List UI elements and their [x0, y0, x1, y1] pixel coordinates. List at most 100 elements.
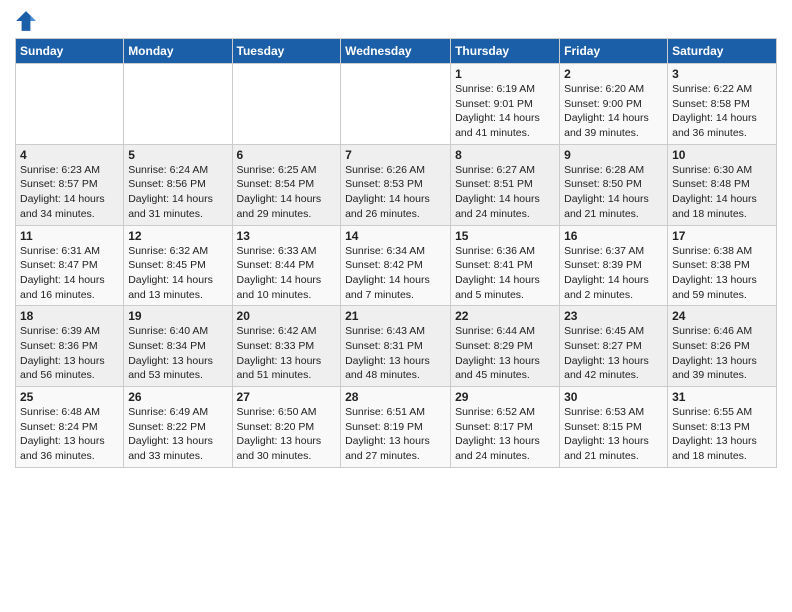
calendar-table: SundayMondayTuesdayWednesdayThursdayFrid… [15, 38, 777, 468]
day-info: Sunrise: 6:20 AM Sunset: 9:00 PM Dayligh… [564, 82, 663, 141]
calendar-week-5: 25Sunrise: 6:48 AM Sunset: 8:24 PM Dayli… [16, 387, 777, 468]
day-number: 23 [564, 309, 663, 323]
day-number: 6 [237, 148, 337, 162]
calendar-week-4: 18Sunrise: 6:39 AM Sunset: 8:36 PM Dayli… [16, 306, 777, 387]
day-header-monday: Monday [124, 39, 232, 64]
day-number: 25 [20, 390, 119, 404]
day-number: 30 [564, 390, 663, 404]
calendar-cell: 22Sunrise: 6:44 AM Sunset: 8:29 PM Dayli… [451, 306, 560, 387]
day-info: Sunrise: 6:44 AM Sunset: 8:29 PM Dayligh… [455, 324, 555, 383]
day-number: 27 [237, 390, 337, 404]
day-header-friday: Friday [560, 39, 668, 64]
calendar-cell: 15Sunrise: 6:36 AM Sunset: 8:41 PM Dayli… [451, 225, 560, 306]
day-number: 28 [345, 390, 446, 404]
day-info: Sunrise: 6:51 AM Sunset: 8:19 PM Dayligh… [345, 405, 446, 464]
calendar-cell: 18Sunrise: 6:39 AM Sunset: 8:36 PM Dayli… [16, 306, 124, 387]
day-number: 17 [672, 229, 772, 243]
day-info: Sunrise: 6:50 AM Sunset: 8:20 PM Dayligh… [237, 405, 337, 464]
day-info: Sunrise: 6:30 AM Sunset: 8:48 PM Dayligh… [672, 163, 772, 222]
day-header-thursday: Thursday [451, 39, 560, 64]
day-number: 22 [455, 309, 555, 323]
day-number: 4 [20, 148, 119, 162]
calendar-cell [124, 64, 232, 145]
calendar-cell [16, 64, 124, 145]
day-number: 13 [237, 229, 337, 243]
calendar-cell: 6Sunrise: 6:25 AM Sunset: 8:54 PM Daylig… [232, 144, 341, 225]
day-number: 21 [345, 309, 446, 323]
day-header-wednesday: Wednesday [341, 39, 451, 64]
day-header-saturday: Saturday [668, 39, 777, 64]
calendar-cell: 14Sunrise: 6:34 AM Sunset: 8:42 PM Dayli… [341, 225, 451, 306]
day-number: 31 [672, 390, 772, 404]
calendar-cell: 13Sunrise: 6:33 AM Sunset: 8:44 PM Dayli… [232, 225, 341, 306]
day-info: Sunrise: 6:55 AM Sunset: 8:13 PM Dayligh… [672, 405, 772, 464]
day-number: 1 [455, 67, 555, 81]
calendar-week-3: 11Sunrise: 6:31 AM Sunset: 8:47 PM Dayli… [16, 225, 777, 306]
calendar-cell: 8Sunrise: 6:27 AM Sunset: 8:51 PM Daylig… [451, 144, 560, 225]
day-info: Sunrise: 6:53 AM Sunset: 8:15 PM Dayligh… [564, 405, 663, 464]
day-number: 20 [237, 309, 337, 323]
calendar-week-1: 1Sunrise: 6:19 AM Sunset: 9:01 PM Daylig… [16, 64, 777, 145]
day-number: 29 [455, 390, 555, 404]
day-number: 9 [564, 148, 663, 162]
calendar-cell: 5Sunrise: 6:24 AM Sunset: 8:56 PM Daylig… [124, 144, 232, 225]
day-info: Sunrise: 6:40 AM Sunset: 8:34 PM Dayligh… [128, 324, 227, 383]
day-info: Sunrise: 6:33 AM Sunset: 8:44 PM Dayligh… [237, 244, 337, 303]
calendar-cell: 30Sunrise: 6:53 AM Sunset: 8:15 PM Dayli… [560, 387, 668, 468]
day-info: Sunrise: 6:36 AM Sunset: 8:41 PM Dayligh… [455, 244, 555, 303]
day-number: 7 [345, 148, 446, 162]
day-info: Sunrise: 6:37 AM Sunset: 8:39 PM Dayligh… [564, 244, 663, 303]
calendar-cell: 2Sunrise: 6:20 AM Sunset: 9:00 PM Daylig… [560, 64, 668, 145]
day-info: Sunrise: 6:24 AM Sunset: 8:56 PM Dayligh… [128, 163, 227, 222]
calendar-cell [341, 64, 451, 145]
day-info: Sunrise: 6:45 AM Sunset: 8:27 PM Dayligh… [564, 324, 663, 383]
calendar-cell: 20Sunrise: 6:42 AM Sunset: 8:33 PM Dayli… [232, 306, 341, 387]
day-number: 5 [128, 148, 227, 162]
day-number: 14 [345, 229, 446, 243]
calendar-cell: 3Sunrise: 6:22 AM Sunset: 8:58 PM Daylig… [668, 64, 777, 145]
logo-area [15, 10, 39, 32]
day-number: 10 [672, 148, 772, 162]
calendar-cell: 21Sunrise: 6:43 AM Sunset: 8:31 PM Dayli… [341, 306, 451, 387]
calendar-cell: 28Sunrise: 6:51 AM Sunset: 8:19 PM Dayli… [341, 387, 451, 468]
day-header-tuesday: Tuesday [232, 39, 341, 64]
day-info: Sunrise: 6:38 AM Sunset: 8:38 PM Dayligh… [672, 244, 772, 303]
calendar-cell: 17Sunrise: 6:38 AM Sunset: 8:38 PM Dayli… [668, 225, 777, 306]
header-area [15, 10, 777, 32]
day-number: 18 [20, 309, 119, 323]
day-info: Sunrise: 6:34 AM Sunset: 8:42 PM Dayligh… [345, 244, 446, 303]
calendar-cell: 29Sunrise: 6:52 AM Sunset: 8:17 PM Dayli… [451, 387, 560, 468]
day-number: 3 [672, 67, 772, 81]
day-number: 12 [128, 229, 227, 243]
calendar-cell: 31Sunrise: 6:55 AM Sunset: 8:13 PM Dayli… [668, 387, 777, 468]
day-info: Sunrise: 6:23 AM Sunset: 8:57 PM Dayligh… [20, 163, 119, 222]
day-info: Sunrise: 6:49 AM Sunset: 8:22 PM Dayligh… [128, 405, 227, 464]
day-number: 24 [672, 309, 772, 323]
day-info: Sunrise: 6:28 AM Sunset: 8:50 PM Dayligh… [564, 163, 663, 222]
calendar-cell: 16Sunrise: 6:37 AM Sunset: 8:39 PM Dayli… [560, 225, 668, 306]
calendar-cell: 27Sunrise: 6:50 AM Sunset: 8:20 PM Dayli… [232, 387, 341, 468]
calendar-cell: 7Sunrise: 6:26 AM Sunset: 8:53 PM Daylig… [341, 144, 451, 225]
day-info: Sunrise: 6:42 AM Sunset: 8:33 PM Dayligh… [237, 324, 337, 383]
page-container: SundayMondayTuesdayWednesdayThursdayFrid… [0, 0, 792, 473]
calendar-header-row: SundayMondayTuesdayWednesdayThursdayFrid… [16, 39, 777, 64]
calendar-cell [232, 64, 341, 145]
day-info: Sunrise: 6:48 AM Sunset: 8:24 PM Dayligh… [20, 405, 119, 464]
day-info: Sunrise: 6:19 AM Sunset: 9:01 PM Dayligh… [455, 82, 555, 141]
calendar-cell: 9Sunrise: 6:28 AM Sunset: 8:50 PM Daylig… [560, 144, 668, 225]
logo-icon [15, 10, 37, 32]
day-number: 15 [455, 229, 555, 243]
calendar-cell: 23Sunrise: 6:45 AM Sunset: 8:27 PM Dayli… [560, 306, 668, 387]
calendar-cell: 25Sunrise: 6:48 AM Sunset: 8:24 PM Dayli… [16, 387, 124, 468]
day-info: Sunrise: 6:46 AM Sunset: 8:26 PM Dayligh… [672, 324, 772, 383]
calendar-cell: 24Sunrise: 6:46 AM Sunset: 8:26 PM Dayli… [668, 306, 777, 387]
day-number: 8 [455, 148, 555, 162]
day-header-sunday: Sunday [16, 39, 124, 64]
day-info: Sunrise: 6:39 AM Sunset: 8:36 PM Dayligh… [20, 324, 119, 383]
calendar-cell: 19Sunrise: 6:40 AM Sunset: 8:34 PM Dayli… [124, 306, 232, 387]
calendar-week-2: 4Sunrise: 6:23 AM Sunset: 8:57 PM Daylig… [16, 144, 777, 225]
day-number: 16 [564, 229, 663, 243]
day-number: 2 [564, 67, 663, 81]
calendar-cell: 26Sunrise: 6:49 AM Sunset: 8:22 PM Dayli… [124, 387, 232, 468]
day-info: Sunrise: 6:27 AM Sunset: 8:51 PM Dayligh… [455, 163, 555, 222]
